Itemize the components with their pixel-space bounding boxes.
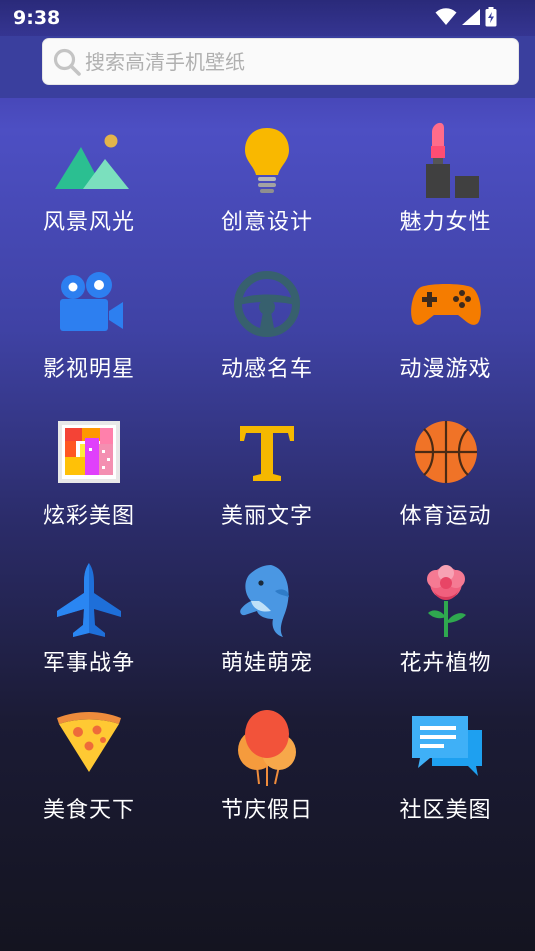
category-label: 魅力女性 <box>399 210 492 235</box>
category-label: 动感名车 <box>220 357 313 382</box>
category-landscape[interactable]: 风景风光 <box>0 116 178 263</box>
search-bar-container <box>0 36 535 98</box>
status-time: 9:38 <box>13 7 61 29</box>
status-icons <box>435 7 497 27</box>
balloons-icon <box>227 708 307 788</box>
search-input[interactable] <box>83 45 507 79</box>
category-food[interactable]: 美食天下 <box>0 704 178 851</box>
landscape-mountains-icon <box>49 120 129 200</box>
letter-t-icon <box>227 414 307 494</box>
category-label: 军事战争 <box>42 651 135 676</box>
category-charming-women[interactable]: 魅力女性 <box>356 116 535 263</box>
dolphin-icon <box>227 561 307 641</box>
category-colorful-pictures[interactable]: 炫彩美图 <box>0 410 178 557</box>
category-label: 美食天下 <box>42 798 135 823</box>
wifi-icon <box>435 8 457 25</box>
chat-bubbles-icon <box>406 708 486 788</box>
lightbulb-icon <box>227 120 307 200</box>
category-label: 影视明星 <box>42 357 135 382</box>
category-holidays[interactable]: 节庆假日 <box>178 704 356 851</box>
pizza-slice-icon <box>49 708 129 788</box>
category-sports[interactable]: 体育运动 <box>356 410 535 557</box>
gamepad-icon <box>406 267 486 347</box>
category-creative-design[interactable]: 创意设计 <box>178 116 356 263</box>
category-label: 体育运动 <box>399 504 492 529</box>
category-label: 节庆假日 <box>220 798 313 823</box>
category-label: 风景风光 <box>42 210 135 235</box>
steering-wheel-icon <box>227 267 307 347</box>
category-grid: 风景风光 创意设计 魅力女性 影视明星 动感名车 动漫游戏 炫彩美图 美丽文字 … <box>0 116 535 851</box>
category-label: 花卉植物 <box>399 651 492 676</box>
category-flowers-plants[interactable]: 花卉植物 <box>356 557 535 704</box>
category-label: 萌娃萌宠 <box>220 651 313 676</box>
rose-icon <box>406 561 486 641</box>
search-icon <box>53 48 81 76</box>
colorful-picture-icon <box>49 414 129 494</box>
fighter-jet-icon <box>49 561 129 641</box>
category-label: 社区美图 <box>399 798 492 823</box>
lipstick-icon <box>406 120 486 200</box>
category-film-stars[interactable]: 影视明星 <box>0 263 178 410</box>
category-beautiful-text[interactable]: 美丽文字 <box>178 410 356 557</box>
category-label: 动漫游戏 <box>399 357 492 382</box>
battery-charging-icon <box>485 7 497 27</box>
category-military[interactable]: 军事战争 <box>0 557 178 704</box>
category-label: 创意设计 <box>220 210 313 235</box>
movie-camera-icon <box>49 267 129 347</box>
status-bar: 9:38 <box>0 0 535 36</box>
category-label: 炫彩美图 <box>42 504 135 529</box>
category-cute-kids-pets[interactable]: 萌娃萌宠 <box>178 557 356 704</box>
category-label: 美丽文字 <box>220 504 313 529</box>
cellular-signal-icon <box>462 9 480 25</box>
basketball-icon <box>406 414 486 494</box>
category-anime-games[interactable]: 动漫游戏 <box>356 263 535 410</box>
search-bar[interactable] <box>42 38 519 85</box>
category-community-pictures[interactable]: 社区美图 <box>356 704 535 851</box>
category-cars[interactable]: 动感名车 <box>178 263 356 410</box>
